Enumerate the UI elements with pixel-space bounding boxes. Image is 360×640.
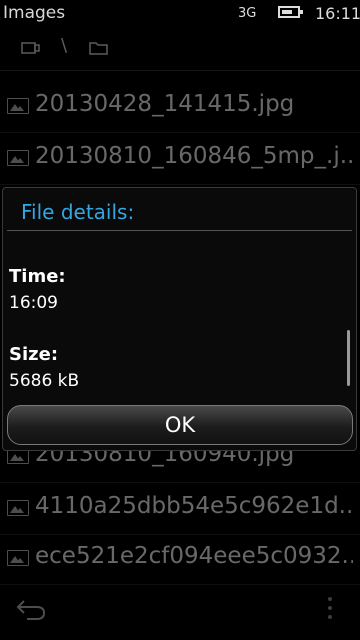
folder-icon[interactable]	[88, 38, 110, 62]
image-icon	[7, 98, 29, 114]
dialog-title: File details:	[21, 200, 135, 224]
ok-button[interactable]: OK	[7, 405, 353, 445]
status-bar: Images 3G 16:11	[0, 0, 360, 28]
options-menu-icon[interactable]	[326, 597, 334, 623]
list-item[interactable]: ece521e2cf094eee5c0932...	[0, 532, 360, 585]
time-value: 16:09	[9, 293, 58, 313]
dialog-divider	[7, 230, 352, 231]
phone-memory-icon[interactable]	[20, 38, 42, 62]
image-icon	[7, 550, 29, 566]
app-title: Images	[3, 3, 66, 23]
dialog-scrollbar[interactable]	[347, 330, 350, 386]
list-item[interactable]: 20130810_160846_5mp_.j...	[0, 132, 360, 185]
back-icon[interactable]	[15, 597, 47, 625]
file-name: 20130810_160846_5mp_.j...	[35, 143, 353, 169]
path-bar: \	[0, 30, 360, 71]
file-name: 20130428_141415.jpg	[35, 91, 295, 117]
list-item[interactable]: 20130428_141415.jpg	[0, 80, 360, 133]
path-separator: \	[61, 35, 68, 56]
time-label: Time:	[9, 266, 66, 287]
battery-icon	[278, 6, 303, 18]
size-value: 5686 kB	[9, 371, 80, 391]
file-name: ece521e2cf094eee5c0932...	[35, 543, 353, 569]
image-icon	[7, 500, 29, 516]
status-clock: 16:11	[315, 4, 360, 23]
file-details-dialog: File details: Time: 16:09 Size: 5686 kB …	[2, 187, 357, 451]
list-item[interactable]: 4110a25dbb54e5c962e1d...	[0, 482, 360, 535]
size-label: Size:	[9, 344, 59, 365]
network-indicator: 3G	[238, 6, 257, 21]
image-icon	[7, 150, 29, 166]
file-name: 4110a25dbb54e5c962e1d...	[35, 493, 353, 519]
bottom-toolbar	[0, 585, 360, 640]
